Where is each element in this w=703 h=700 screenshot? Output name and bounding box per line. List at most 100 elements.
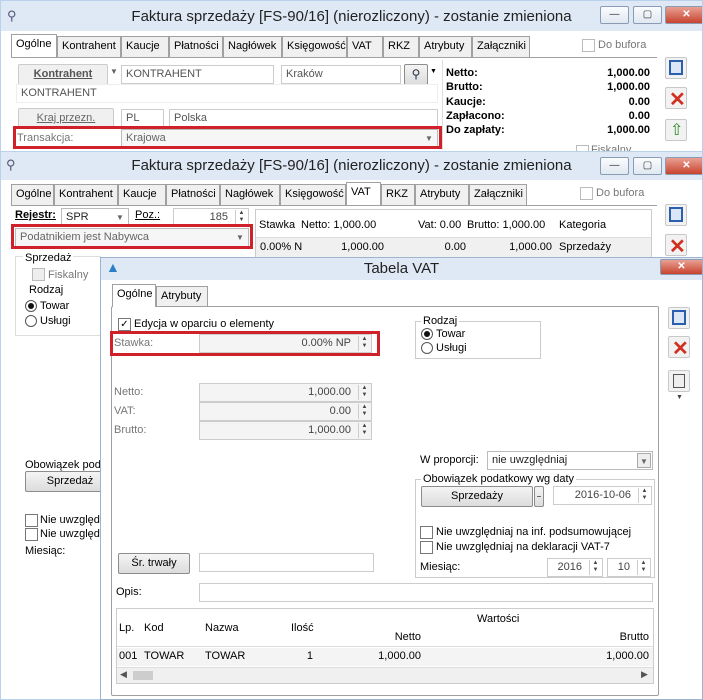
spin-icon[interactable]: ▲ ▼ (638, 488, 650, 503)
edycja-checkbox[interactable]: ✓ (118, 318, 131, 331)
col-netto[interactable]: Netto: 1,000.00 (301, 219, 376, 231)
save-button[interactable] (665, 57, 687, 79)
cancel-button[interactable]: ✕ (665, 87, 687, 111)
transakcja-select[interactable]: Krajowa ▼ (121, 129, 438, 148)
tab-ogolne[interactable]: Ogólne (11, 184, 54, 205)
fiskalny-checkbox[interactable] (32, 268, 45, 281)
col-vat[interactable]: Vat: 0.00 (418, 219, 461, 231)
spin-icon[interactable]: ▲ ▼ (358, 385, 370, 400)
tab-ogolne[interactable]: Ogólne (11, 34, 57, 57)
tab-vat[interactable]: VAT (347, 36, 383, 57)
towar-radio[interactable] (421, 328, 433, 340)
obowiazek-dropdown[interactable]: − (534, 486, 544, 507)
stawka-field[interactable]: 0.00% NP ▲ ▼ (199, 334, 372, 353)
tab-ksiegowosc[interactable]: Księgowość (280, 184, 346, 205)
tab-naglowek[interactable]: Nagłówek (223, 36, 282, 57)
sr-trwaly-button[interactable]: Śr. trwały (118, 553, 190, 574)
kontrahent-button[interactable]: Kontrahent (18, 64, 108, 85)
vat7-checkbox[interactable] (420, 541, 433, 554)
close-button[interactable]: ✕ (665, 157, 702, 175)
kontrahent-city-field[interactable]: Kraków (281, 65, 401, 84)
brutto-field[interactable]: 1,000.00 ▲ ▼ (199, 421, 372, 440)
tab-zalaczniki[interactable]: Załączniki (469, 184, 527, 205)
calculator-button[interactable] (668, 370, 690, 392)
col-netto[interactable]: Netto (347, 631, 421, 643)
col-nazwa[interactable]: Nazwa (205, 622, 239, 634)
grid-row[interactable]: 0.00% N 1,000.00 0.00 1,000.00 Sprzedaży (256, 238, 651, 258)
do-bufora-checkbox[interactable] (580, 187, 593, 200)
horizontal-scrollbar[interactable]: ◀ ▶ (117, 667, 653, 683)
miesiac-month-field[interactable]: 10 ▲ ▼ (607, 558, 651, 577)
tab-vat[interactable]: VAT (346, 182, 381, 205)
table-row[interactable]: 001 TOWAR TOWAR 1 1,000.00 1,000.00 (117, 648, 653, 666)
spin-icon[interactable]: ▲ ▼ (358, 404, 370, 419)
rejestr-select[interactable]: SPR ▼ (61, 208, 129, 227)
close-button[interactable]: ✕ (660, 259, 702, 275)
proporcji-select[interactable]: nie uwzględniaj ▼ (487, 451, 653, 470)
col-kategoria[interactable]: Kategoria (559, 219, 606, 231)
search-dropdown-icon[interactable]: ▼ (430, 68, 437, 75)
col-lp[interactable]: Lp. (119, 622, 134, 634)
uslugi-radio[interactable] (25, 315, 37, 327)
maximize-button[interactable]: ▢ (633, 157, 662, 175)
podatnik-select[interactable]: Podatnikiem jest Nabywca ▼ (15, 228, 249, 247)
netto-field[interactable]: 1,000.00 ▲ ▼ (199, 383, 372, 402)
tab-platnosci[interactable]: Płatności (169, 36, 223, 57)
tab-atrybuty[interactable]: Atrybuty (419, 36, 472, 57)
cancel-button[interactable]: ✕ (665, 234, 687, 258)
cancel-button[interactable]: ✕ (668, 336, 690, 360)
col-brutto[interactable]: Brutto: 1,000.00 (467, 219, 545, 231)
tab-ksiegowosc[interactable]: Księgowość (282, 36, 347, 57)
tab-rkz[interactable]: RKZ (383, 36, 419, 57)
tab-atrybuty[interactable]: Atrybuty (415, 184, 469, 205)
save-button[interactable] (665, 204, 687, 226)
poz-field[interactable]: 185 ▲ ▼ (173, 208, 249, 227)
nie-uwzgl-2-checkbox[interactable] (25, 528, 38, 541)
spin-icon[interactable]: ▲ ▼ (637, 560, 649, 575)
save-button[interactable] (668, 307, 690, 329)
tab-kaucje[interactable]: Kaucje (121, 36, 169, 57)
sr-trwaly-field[interactable] (199, 553, 374, 572)
tab-rkz[interactable]: RKZ (381, 184, 415, 205)
tab-naglowek[interactable]: Nagłówek (220, 184, 280, 205)
tab-kontrahent[interactable]: Kontrahent (57, 36, 121, 57)
col-ilosc[interactable]: Ilość (291, 622, 314, 634)
kontrahent-code-field[interactable]: KONTRAHENT (121, 65, 274, 84)
close-button[interactable]: ✕ (665, 6, 702, 24)
search-button[interactable]: ⚲ (404, 64, 428, 85)
towar-radio[interactable] (25, 300, 37, 312)
do-bufora-checkbox[interactable] (582, 39, 595, 52)
kraj-przezn-button[interactable]: Kraj przezn. (18, 108, 114, 129)
spin-icon[interactable]: ▲ ▼ (589, 560, 601, 575)
miesiac-year-field[interactable]: 2016 ▲ ▼ (547, 558, 603, 577)
opis-field[interactable] (199, 583, 653, 602)
maximize-button[interactable]: ▢ (633, 6, 662, 24)
tab-kaucje[interactable]: Kaucje (118, 184, 166, 205)
podsum-checkbox[interactable] (420, 526, 433, 539)
kraj-name-field[interactable]: Polska (169, 109, 438, 128)
dropdown-arrow-icon[interactable]: ▼ (110, 67, 118, 76)
scroll-thumb[interactable] (133, 671, 153, 680)
col-brutto[interactable]: Brutto (567, 631, 649, 643)
uslugi-radio[interactable] (421, 342, 433, 354)
export-button[interactable]: ⇧ (665, 119, 687, 141)
scroll-right-icon[interactable]: ▶ (641, 669, 648, 680)
spin-icon[interactable]: ▲ ▼ (358, 423, 370, 438)
col-kod[interactable]: Kod (144, 622, 164, 634)
tab-kontrahent[interactable]: Kontrahent (54, 184, 118, 205)
tab-ogolne[interactable]: Ogólne (112, 284, 156, 307)
tab-atrybuty[interactable]: Atrybuty (156, 286, 208, 307)
spin-icon[interactable]: ▲ ▼ (235, 210, 247, 225)
scroll-left-icon[interactable]: ◀ (120, 669, 127, 680)
nie-uwzgl-1-checkbox[interactable] (25, 514, 38, 527)
obowiazek-date-field[interactable]: 2016-10-06 ▲ ▼ (553, 486, 652, 505)
vat-field[interactable]: 0.00 ▲ ▼ (199, 402, 372, 421)
minimize-button[interactable]: — (600, 157, 629, 175)
minimize-button[interactable]: — (600, 6, 629, 24)
kraj-code-field[interactable]: PL (121, 109, 164, 128)
tab-zalaczniki[interactable]: Załączniki (472, 36, 530, 57)
col-stawka[interactable]: Stawka (259, 219, 295, 231)
more-dropdown-icon[interactable]: ▼ (676, 394, 683, 401)
spin-icon[interactable]: ▲ ▼ (358, 336, 370, 351)
tab-platnosci[interactable]: Płatności (166, 184, 220, 205)
